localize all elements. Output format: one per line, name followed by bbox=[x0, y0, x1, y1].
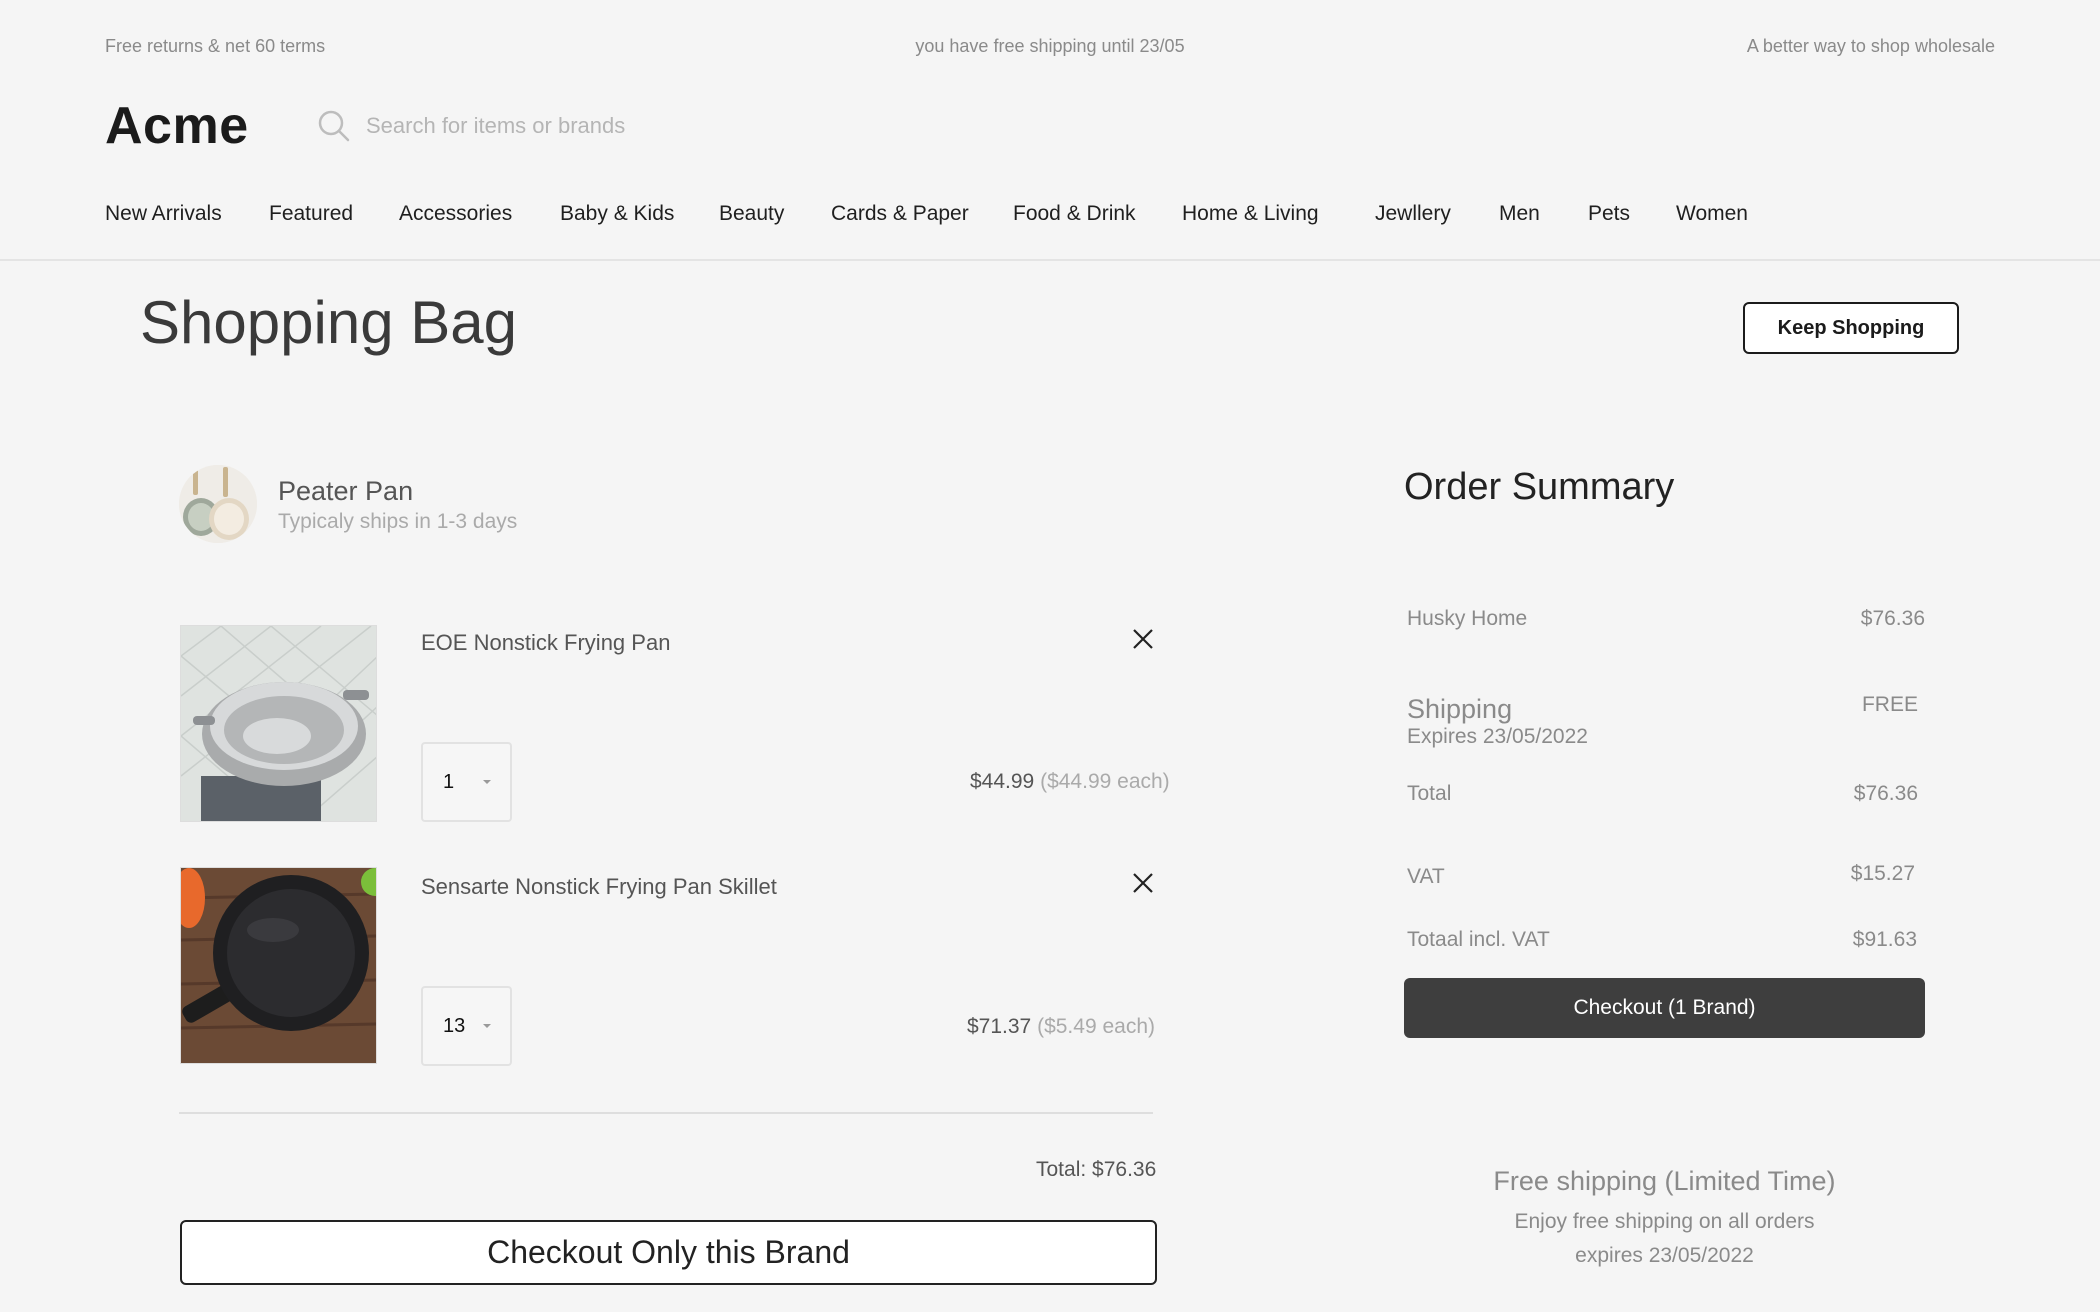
search-input[interactable] bbox=[366, 113, 826, 139]
nav-item-featured[interactable]: Featured bbox=[269, 202, 353, 226]
free-shipping-promo: Free shipping (Limited Time) Enjoy free … bbox=[1404, 1166, 1925, 1273]
nav-item-home-living[interactable]: Home & Living bbox=[1182, 202, 1319, 226]
close-icon[interactable] bbox=[1129, 869, 1157, 897]
free-shipping-expiry: expires 23/05/2022 bbox=[1575, 1244, 1754, 1267]
nav-item-food-drink[interactable]: Food & Drink bbox=[1013, 202, 1136, 226]
brand-shipping-note: Typicaly ships in 1-3 days bbox=[278, 510, 518, 533]
nav-item-jewllery[interactable]: Jewllery bbox=[1375, 202, 1451, 226]
quantity-value: 1 bbox=[443, 770, 455, 793]
keep-shopping-button[interactable]: Keep Shopping bbox=[1743, 302, 1959, 354]
order-summary-title: Order Summary bbox=[1404, 466, 1675, 508]
quantity-value: 13 bbox=[443, 1014, 466, 1037]
summary-store-label: Husky Home bbox=[1407, 607, 1528, 630]
nav-item-baby-kids[interactable]: Baby & Kids bbox=[560, 202, 674, 226]
line-price: $71.37 ($5.49 each) bbox=[967, 1015, 1155, 1039]
chevron-down-icon bbox=[483, 1024, 491, 1028]
nav-item-accessories[interactable]: Accessories bbox=[399, 202, 512, 226]
summary-total-label: Total bbox=[1407, 782, 1452, 805]
summary-shipping-expiry: Expires 23/05/2022 bbox=[1407, 725, 1588, 748]
unit-price: ($5.49 each) bbox=[1037, 1015, 1155, 1038]
nav-item-cards-paper[interactable]: Cards & Paper bbox=[831, 202, 969, 226]
unit-price: ($44.99 each) bbox=[1040, 770, 1170, 793]
nav-item-new-arrivals[interactable]: New Arrivals bbox=[105, 202, 222, 226]
product-name[interactable]: Sensarte Nonstick Frying Pan Skillet bbox=[421, 874, 777, 900]
nav-item-beauty[interactable]: Beauty bbox=[719, 202, 784, 226]
search-icon[interactable] bbox=[316, 108, 352, 144]
summary-vat-value: $15.27 bbox=[1850, 862, 1915, 885]
logo[interactable]: Acme bbox=[105, 96, 249, 156]
chevron-down-icon bbox=[483, 780, 491, 784]
summary-grand-total-label: Totaal incl. VAT bbox=[1407, 928, 1550, 951]
summary-shipping-label: Shipping bbox=[1407, 694, 1513, 724]
summary-grand-total-value: $91.63 bbox=[1852, 928, 1917, 951]
quantity-select[interactable]: 13 bbox=[421, 986, 512, 1066]
quantity-select[interactable]: 1 bbox=[421, 742, 512, 822]
search-bar[interactable] bbox=[316, 108, 826, 144]
product-name[interactable]: EOE Nonstick Frying Pan bbox=[421, 630, 670, 656]
close-icon[interactable] bbox=[1129, 625, 1157, 653]
header-divider bbox=[0, 259, 2100, 261]
product-image-sensarte-skillet[interactable] bbox=[180, 867, 377, 1064]
promo-tagline-text: A better way to shop wholesale bbox=[1746, 36, 1995, 56]
summary-shipping-value: FREE bbox=[1861, 693, 1918, 716]
nav-item-men[interactable]: Men bbox=[1499, 202, 1540, 226]
free-shipping-line: Enjoy free shipping on all orders bbox=[1514, 1210, 1815, 1233]
line-total: $44.99 bbox=[970, 770, 1035, 793]
brand-name[interactable]: Peater Pan bbox=[278, 476, 413, 507]
summary-store-value: $76.36 bbox=[1860, 607, 1925, 630]
page-title: Shopping Bag bbox=[140, 289, 517, 356]
brand-avatar[interactable] bbox=[179, 465, 257, 543]
nav-item-pets[interactable]: Pets bbox=[1588, 202, 1630, 226]
product-image-eoe-pan[interactable] bbox=[180, 625, 377, 822]
free-shipping-title: Free shipping (Limited Time) bbox=[1493, 1166, 1836, 1196]
brand-total: Total: $76.36 bbox=[1036, 1158, 1157, 1181]
items-divider bbox=[179, 1112, 1153, 1114]
nav-item-women[interactable]: Women bbox=[1676, 202, 1748, 226]
line-total: $71.37 bbox=[967, 1015, 1032, 1038]
summary-total-value: $76.36 bbox=[1853, 782, 1918, 805]
checkout-button[interactable]: Checkout (1 Brand) bbox=[1404, 978, 1925, 1038]
checkout-brand-button[interactable]: Checkout Only this Brand bbox=[180, 1220, 1157, 1285]
line-price: $44.99 ($44.99 each) bbox=[970, 770, 1170, 794]
summary-vat-label: VAT bbox=[1407, 865, 1445, 888]
